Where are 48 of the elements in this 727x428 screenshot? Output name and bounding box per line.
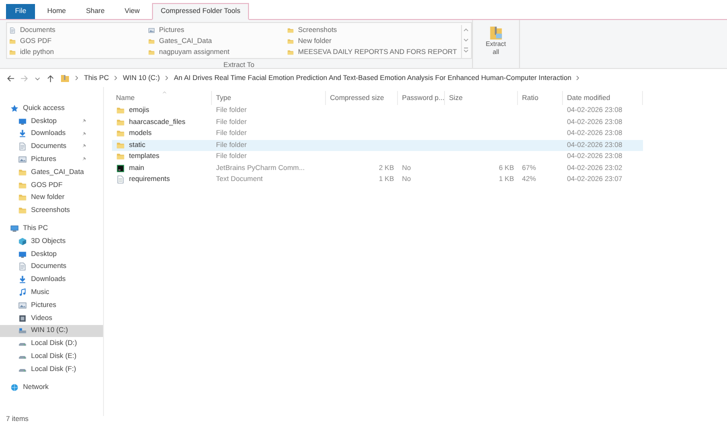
music-note-icon bbox=[18, 288, 27, 298]
scroll-down-icon[interactable] bbox=[462, 36, 469, 44]
folder-icon bbox=[18, 180, 27, 190]
folder-icon bbox=[148, 38, 155, 45]
folder-icon bbox=[148, 49, 155, 56]
sort-caret-icon bbox=[162, 91, 167, 94]
drive-icon bbox=[18, 326, 27, 336]
back-arrow-icon[interactable] bbox=[6, 74, 15, 82]
text-file-icon bbox=[116, 175, 125, 184]
computer-icon bbox=[10, 224, 19, 234]
folder-icon bbox=[287, 49, 294, 56]
picture-icon bbox=[148, 27, 155, 34]
folder-icon bbox=[9, 49, 16, 56]
folder-icon bbox=[60, 73, 70, 83]
chevron-icon bbox=[164, 75, 169, 81]
forward-arrow-icon[interactable] bbox=[20, 74, 29, 82]
picture-icon bbox=[18, 300, 27, 310]
download-icon bbox=[18, 275, 27, 284]
desktop-icon bbox=[18, 116, 27, 126]
cube-icon bbox=[18, 236, 27, 246]
download-icon bbox=[18, 129, 27, 138]
zip-folder-icon bbox=[488, 24, 503, 41]
chevron-icon bbox=[114, 75, 118, 81]
folder-icon bbox=[18, 206, 27, 216]
folder-icon bbox=[116, 106, 125, 116]
folder-icon bbox=[287, 27, 294, 34]
folder-icon bbox=[18, 193, 27, 202]
chevron-icon bbox=[75, 75, 79, 81]
folder-icon bbox=[116, 129, 125, 138]
application-icon bbox=[116, 164, 125, 173]
up-arrow-icon[interactable] bbox=[46, 74, 55, 82]
folder-icon bbox=[287, 38, 294, 45]
chevron-icon bbox=[576, 75, 580, 81]
network-icon bbox=[10, 382, 19, 392]
expand-gallery-icon[interactable] bbox=[462, 46, 469, 54]
scroll-up-icon[interactable] bbox=[462, 26, 469, 34]
picture-icon bbox=[18, 155, 27, 164]
film-icon bbox=[18, 314, 27, 323]
document-icon bbox=[18, 262, 27, 272]
folder-icon bbox=[9, 38, 16, 45]
folder-icon bbox=[18, 168, 27, 177]
star-icon bbox=[10, 104, 19, 113]
folder-icon bbox=[116, 140, 125, 150]
document-icon bbox=[18, 142, 27, 152]
folder-icon bbox=[116, 118, 125, 127]
folder-icon bbox=[116, 152, 125, 162]
desktop-icon bbox=[18, 250, 27, 259]
document-icon bbox=[9, 27, 16, 34]
